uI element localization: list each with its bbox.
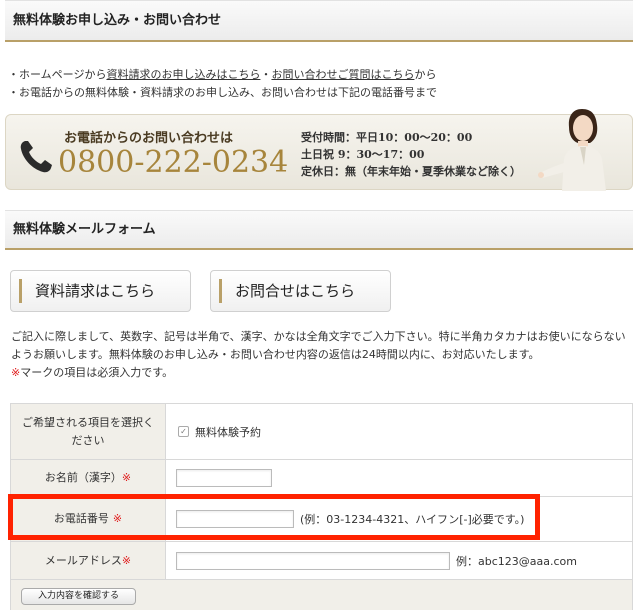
free-trial-checkbox[interactable]: ✓	[178, 426, 189, 437]
item-label: ご希望される項目を選択く ださい	[11, 404, 166, 459]
hours-holiday: 定休日：無（年末年始・夏季休業など除く）	[301, 165, 521, 178]
name-label-text: お名前（漢字）	[44, 471, 122, 484]
notice-line-2: ようお願いします。無料体験のお申し込み・お問い合わせ内容の返信は24時間以内に、…	[11, 348, 540, 361]
email-input[interactable]	[176, 551, 450, 570]
phone-caption: お電話からのお問い合わせは	[64, 131, 234, 146]
document-request-link[interactable]: 資料請求のお申し込みはこちら	[106, 68, 260, 81]
intro-line-2: ・お電話からの無料体験・資料請求のお申し込み、お問い合わせは下記の電話番号まで	[8, 86, 437, 99]
intro-text: ・ホームページから資料請求のお申し込みはこちら・お問い合わせご質問はこちらから …	[8, 66, 437, 102]
item-label-line-2: ださい	[71, 433, 105, 447]
section-header-inquiry: 無料体験お申し込み・お問い合わせ	[5, 0, 633, 42]
phone-input[interactable]	[176, 510, 294, 528]
email-hint: 例：abc123@aaa.com	[456, 554, 577, 568]
intro-line-1: ・ホームページから資料請求のお申し込みはこちら・お問い合わせご質問はこちらから	[8, 66, 437, 84]
phone-value: (例：03-1234-4321、ハイフン[-]必要です。)	[166, 497, 632, 541]
required-note: マークの項目は必須入力です。	[20, 366, 174, 379]
form-row-submit: 入力内容を確認する	[11, 580, 632, 610]
intro-suffix: から	[414, 68, 437, 81]
required-mark: ※	[121, 553, 132, 567]
phone-label-text: お電話番号	[53, 512, 109, 525]
item-value: ✓ 無料体験予約	[166, 404, 632, 459]
email-label: メールアドレス ※	[11, 542, 166, 579]
intro-separator: ・	[260, 68, 272, 81]
telephone-icon	[20, 141, 52, 173]
hours-weekend: 土日祝 9：30～17：00	[301, 148, 425, 161]
intro-prefix: ・ホームページから	[8, 68, 107, 81]
name-label: お名前（漢字） ※	[11, 460, 166, 496]
form-row-item: ご希望される項目を選択く ださい ✓ 無料体験予約	[11, 404, 632, 460]
section-header-mail-form: 無料体験メールフォーム	[5, 210, 633, 250]
inquiry-button[interactable]: お問合せはこちら	[210, 270, 391, 312]
phone-banner: お電話からのお問い合わせは 0800-222-0234 受付時間：平日10：00…	[5, 109, 633, 191]
phone-label: お電話番号 ※	[11, 497, 166, 541]
operator-woman-image	[538, 109, 606, 191]
form-row-name: お名前（漢字） ※	[11, 460, 632, 497]
contact-form: ご希望される項目を選択く ださい ✓ 無料体験予約 お名前（漢字） ※ お電話番号 ※…	[10, 403, 633, 610]
notice-line-1: ご記入に際しまして、英数字、記号は半角で、漢字、かなは全角文字でご入力下さい。特…	[11, 330, 626, 343]
item-label-line-1: ご希望される項目を選択く	[22, 415, 154, 429]
name-input[interactable]	[176, 469, 272, 487]
required-mark: ※	[11, 366, 21, 379]
free-trial-label: 無料体験予約	[195, 425, 261, 439]
phone-number: 0800-222-0234	[58, 145, 289, 180]
confirm-button[interactable]: 入力内容を確認する	[21, 587, 137, 605]
required-mark: ※	[112, 512, 123, 525]
phone-hint: (例：03-1234-4321、ハイフン[-]必要です。)	[300, 513, 525, 526]
email-label-text: メールアドレス	[44, 553, 122, 567]
form-row-phone: お電話番号 ※ (例：03-1234-4321、ハイフン[-]必要です。)	[11, 497, 632, 542]
document-request-button[interactable]: 資料請求はこちら	[10, 270, 191, 312]
form-notice: ご記入に際しまして、英数字、記号は半角で、漢字、かなは全角文字でご入力下さい。特…	[11, 328, 631, 382]
inquiry-link[interactable]: お問い合わせご質問はこちら	[271, 68, 414, 81]
form-row-email: メールアドレス ※ 例：abc123@aaa.com	[11, 542, 632, 580]
required-mark: ※	[121, 471, 132, 484]
hours-weekday: 受付時間：平日10：00～20：00	[301, 131, 473, 144]
email-value: 例：abc123@aaa.com	[166, 542, 632, 579]
notice-line-3: ※マークの項目は必須入力です。	[11, 364, 631, 382]
business-hours: 受付時間：平日10：00～20：00 土日祝 9：30～17：00 定休日：無（…	[301, 129, 521, 180]
name-value	[166, 460, 632, 496]
